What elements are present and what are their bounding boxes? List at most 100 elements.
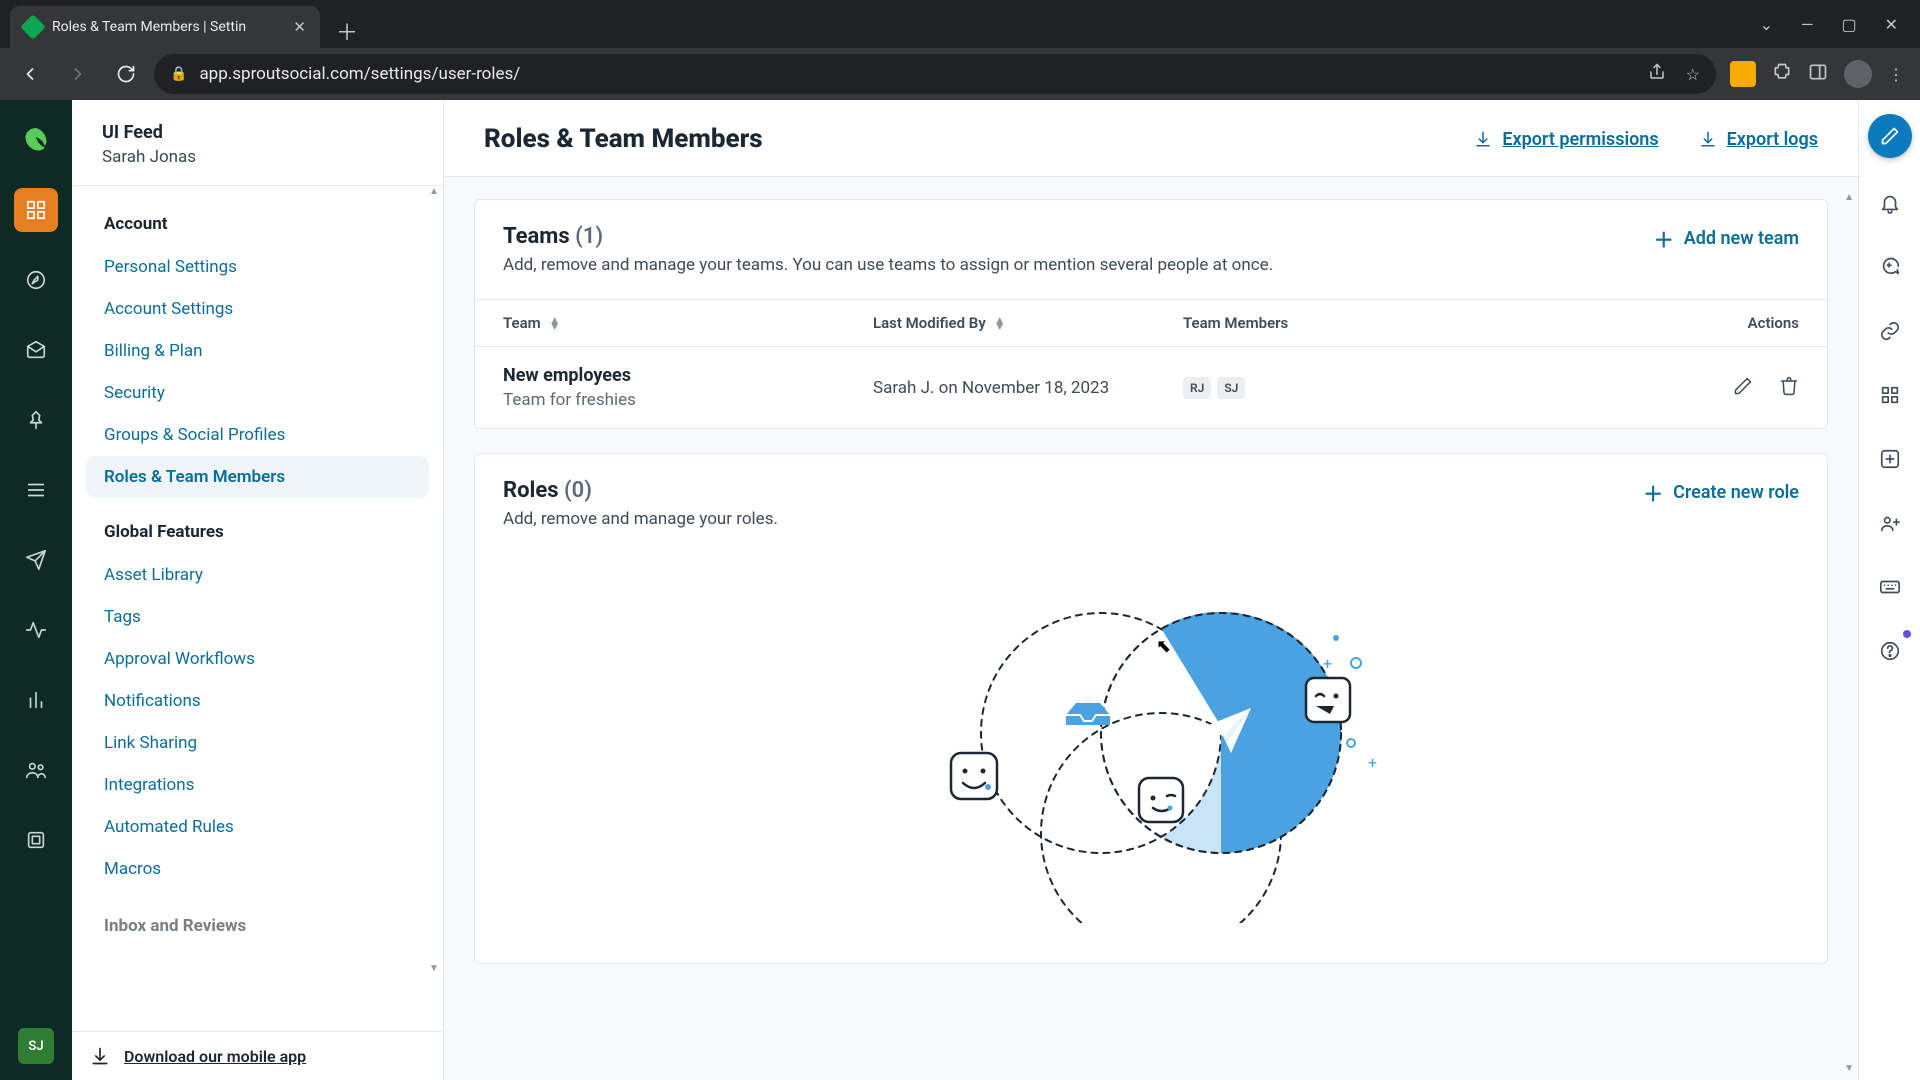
rail-reports-icon[interactable] — [14, 678, 58, 722]
sidepanel-icon[interactable] — [1808, 62, 1828, 86]
sidebar-item-groups[interactable]: Groups & Social Profiles — [86, 414, 429, 456]
sprout-logo[interactable] — [14, 118, 58, 162]
sidebar-item-integrations[interactable]: Integrations — [86, 764, 429, 806]
rail-people-icon[interactable] — [14, 748, 58, 792]
compose-fab[interactable] — [1868, 114, 1912, 158]
sidebar-item-tags[interactable]: Tags — [86, 596, 429, 638]
rail-library-icon[interactable] — [14, 818, 58, 862]
col-members-label: Team Members — [1183, 314, 1288, 332]
col-modified[interactable]: Last Modified By ▲▼ — [873, 314, 1183, 332]
kebab-menu-icon[interactable]: ⋮ — [1888, 65, 1904, 84]
plus-icon: ＋ — [1654, 224, 1674, 253]
reload-button[interactable] — [106, 54, 146, 94]
tabs-dropdown-icon[interactable]: ⌄ — [1760, 15, 1773, 34]
keyboard-icon[interactable] — [1871, 568, 1909, 606]
svg-text:+: + — [1323, 654, 1332, 673]
rail-pulse-icon[interactable] — [14, 608, 58, 652]
sidebar-item-roles[interactable]: Roles & Team Members — [86, 456, 429, 498]
share-icon[interactable] — [1648, 63, 1666, 85]
create-role-label: Create new role — [1673, 482, 1799, 503]
add-people-icon[interactable] — [1871, 504, 1909, 542]
add-panel-icon[interactable] — [1871, 440, 1909, 478]
address-row: 🔒 app.sproutsocial.com/settings/user-rol… — [0, 48, 1920, 100]
content-scroll[interactable]: Teams (1) Add, remove and manage your te… — [444, 177, 1858, 1080]
rail-user-badge[interactable]: SJ — [18, 1028, 54, 1064]
profile-avatar[interactable] — [1844, 60, 1872, 88]
col-modified-label: Last Modified By — [873, 314, 986, 332]
sidebar-item-link-sharing[interactable]: Link Sharing — [86, 722, 429, 764]
scrollbar-down-icon[interactable]: ▼ — [427, 963, 441, 977]
apps-grid-icon[interactable] — [1871, 376, 1909, 414]
new-tab-button[interactable]: ＋ — [330, 14, 364, 48]
member-chip[interactable]: RJ — [1183, 377, 1211, 399]
sidebar-scroll[interactable]: ▲ Account Personal Settings Account Sett… — [72, 186, 443, 1031]
section-account-title: Account — [86, 208, 429, 246]
sidebar-item-automated-rules[interactable]: Automated Rules — [86, 806, 429, 848]
addr-actions: ☆ — [1648, 63, 1700, 85]
help-icon[interactable] — [1871, 632, 1909, 670]
sidebar-item-personal-settings[interactable]: Personal Settings — [86, 246, 429, 288]
browser-tab[interactable]: Roles & Team Members | Settin ✕ — [10, 6, 320, 48]
roles-subtitle: Add, remove and manage your roles. — [503, 509, 778, 529]
col-members: Team Members — [1183, 314, 1553, 332]
rail-pin-icon[interactable] — [14, 398, 58, 442]
sidebar-item-macros[interactable]: Macros — [86, 848, 429, 890]
close-tab-icon[interactable]: ✕ — [293, 18, 306, 36]
minimize-icon[interactable]: ― — [1801, 15, 1814, 34]
page-header: Roles & Team Members Export permissions … — [444, 100, 1858, 177]
sprout-favicon — [20, 14, 45, 39]
tab-title: Roles & Team Members | Settin — [52, 19, 283, 35]
export-permissions-label: Export permissions — [1502, 129, 1658, 150]
edit-team-button[interactable] — [1733, 376, 1753, 400]
team-name: New employees — [503, 365, 636, 386]
roles-title: Roles (0) — [503, 478, 778, 503]
maximize-icon[interactable]: ▢ — [1841, 15, 1856, 34]
member-chip[interactable]: SJ — [1217, 377, 1245, 399]
rail-compass-icon[interactable] — [14, 258, 58, 302]
roles-count: (0) — [564, 478, 592, 503]
download-icon — [1474, 130, 1492, 148]
sidebar-item-security[interactable]: Security — [86, 372, 429, 414]
link-icon[interactable] — [1871, 312, 1909, 350]
notifications-icon[interactable] — [1871, 184, 1909, 222]
bookmark-star-icon[interactable]: ☆ — [1686, 65, 1700, 84]
left-nav-rail: SJ — [0, 100, 72, 1080]
team-row[interactable]: New employees Team for freshies Sarah J.… — [475, 346, 1827, 428]
forward-button[interactable] — [58, 54, 98, 94]
sidebar-item-approval[interactable]: Approval Workflows — [86, 638, 429, 680]
download-icon — [90, 1046, 110, 1066]
rail-inbox-icon[interactable] — [14, 328, 58, 372]
scrollbar-up-icon[interactable]: ▲ — [427, 186, 441, 200]
col-team[interactable]: Team ▲▼ — [503, 314, 873, 332]
teams-count: (1) — [575, 224, 603, 249]
rail-send-icon[interactable] — [14, 538, 58, 582]
sidebar-item-notifications[interactable]: Notifications — [86, 680, 429, 722]
sidebar-item-billing[interactable]: Billing & Plan — [86, 330, 429, 372]
rail-dashboard-icon[interactable] — [14, 188, 58, 232]
rail-feed-icon[interactable] — [14, 468, 58, 512]
extension-badge[interactable] — [1730, 61, 1756, 87]
col-actions: Actions — [1553, 314, 1799, 332]
sidebar-item-account-settings[interactable]: Account Settings — [86, 288, 429, 330]
teams-title: Teams (1) — [503, 224, 1273, 249]
roles-empty-illustration: + + — [475, 553, 1827, 963]
reply-icon[interactable] — [1871, 248, 1909, 286]
download-mobile-link[interactable]: Download our mobile app — [124, 1047, 306, 1066]
export-logs-link[interactable]: Export logs — [1699, 129, 1818, 150]
browser-chrome: Roles & Team Members | Settin ✕ ＋ ⌄ ― ▢ … — [0, 0, 1920, 100]
address-bar[interactable]: 🔒 app.sproutsocial.com/settings/user-rol… — [154, 54, 1716, 94]
modified-text: Sarah J. on November 18, 2023 — [873, 378, 1109, 398]
export-permissions-link[interactable]: Export permissions — [1474, 129, 1658, 150]
extensions-icon[interactable] — [1772, 62, 1792, 86]
delete-team-button[interactable] — [1779, 376, 1799, 400]
header-actions: Export permissions Export logs — [1474, 129, 1818, 150]
sort-icon: ▲▼ — [994, 317, 1006, 329]
close-window-icon[interactable]: ✕ — [1885, 15, 1898, 34]
scroll-up-icon[interactable]: ▲ — [1844, 192, 1854, 203]
scroll-down-icon[interactable]: ▼ — [1844, 1063, 1854, 1074]
create-role-button[interactable]: ＋ Create new role — [1643, 478, 1799, 507]
back-button[interactable] — [10, 54, 50, 94]
members-cell: RJ SJ — [1183, 377, 1553, 399]
sidebar-item-asset-library[interactable]: Asset Library — [86, 554, 429, 596]
add-team-button[interactable]: ＋ Add new team — [1654, 224, 1799, 253]
